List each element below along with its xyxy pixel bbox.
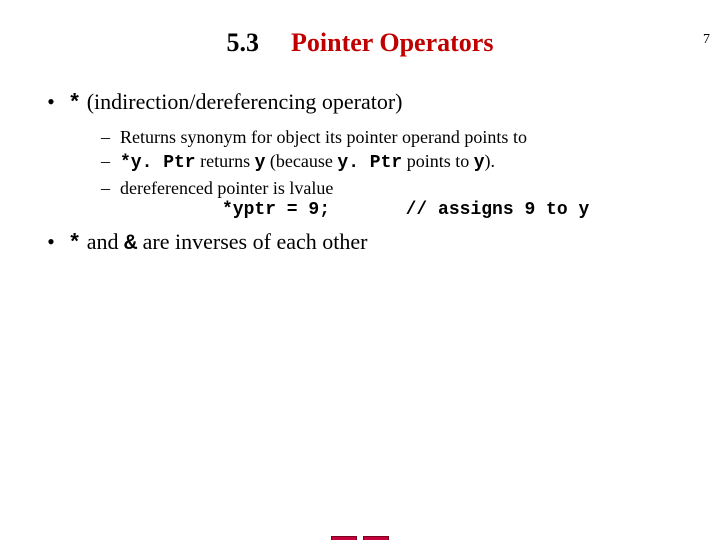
bullet-icon: • [42, 228, 60, 256]
sub-2-text: *y. Ptr returns y (because y. Ptr points… [120, 150, 495, 175]
t: returns [196, 151, 255, 171]
section-title: Pointer Operators [291, 28, 493, 58]
prev-button[interactable] [331, 536, 357, 540]
next-button[interactable] [363, 536, 389, 540]
body-content: • * (indirection/dereferencing operator)… [42, 88, 678, 257]
page-number: 7 [703, 32, 710, 48]
bullet-1: • * (indirection/dereferencing operator) [42, 88, 678, 118]
sub-2: – *y. Ptr returns y (because y. Ptr poin… [96, 150, 678, 175]
t: and [81, 229, 124, 254]
t: ). [485, 151, 496, 171]
dash-icon: – [96, 150, 110, 173]
bullet-icon: • [42, 88, 60, 116]
dash-icon: – [96, 126, 110, 149]
bullet-1-text: * (indirection/dereferencing operator) [68, 88, 402, 118]
code-amp: & [124, 231, 137, 256]
t: (because [265, 151, 337, 171]
bullet-2-text: * and & are inverses of each other [68, 228, 367, 258]
code-span: y. Ptr [337, 153, 402, 173]
sub-1: – Returns synonym for object its pointer… [96, 126, 678, 149]
bullet-1-sublist: – Returns synonym for object its pointer… [96, 126, 678, 222]
t: points to [402, 151, 474, 171]
code-star: * [68, 91, 81, 116]
sub-1-text: Returns synonym for object its pointer o… [120, 126, 527, 149]
sub-3-text: dereferenced pointer is lvalue [120, 177, 333, 200]
code-span: y [474, 153, 485, 173]
bullet-1-desc-text: (indirection/dereferencing operator) [87, 89, 403, 114]
section-number: 5.3 [227, 28, 260, 58]
nav-controls [331, 536, 389, 540]
dash-icon: – [96, 177, 110, 200]
sub-3: – dereferenced pointer is lvalue [96, 177, 678, 200]
code-star: * [68, 231, 81, 256]
bullet-2: • * and & are inverses of each other [42, 228, 678, 258]
t: are inverses of each other [137, 229, 367, 254]
slide-title: 5.3 Pointer Operators [0, 28, 720, 58]
code-span: y [255, 153, 266, 173]
code-line: *yptr = 9; // assigns 9 to y [222, 199, 678, 222]
code-span: *y. Ptr [120, 153, 196, 173]
